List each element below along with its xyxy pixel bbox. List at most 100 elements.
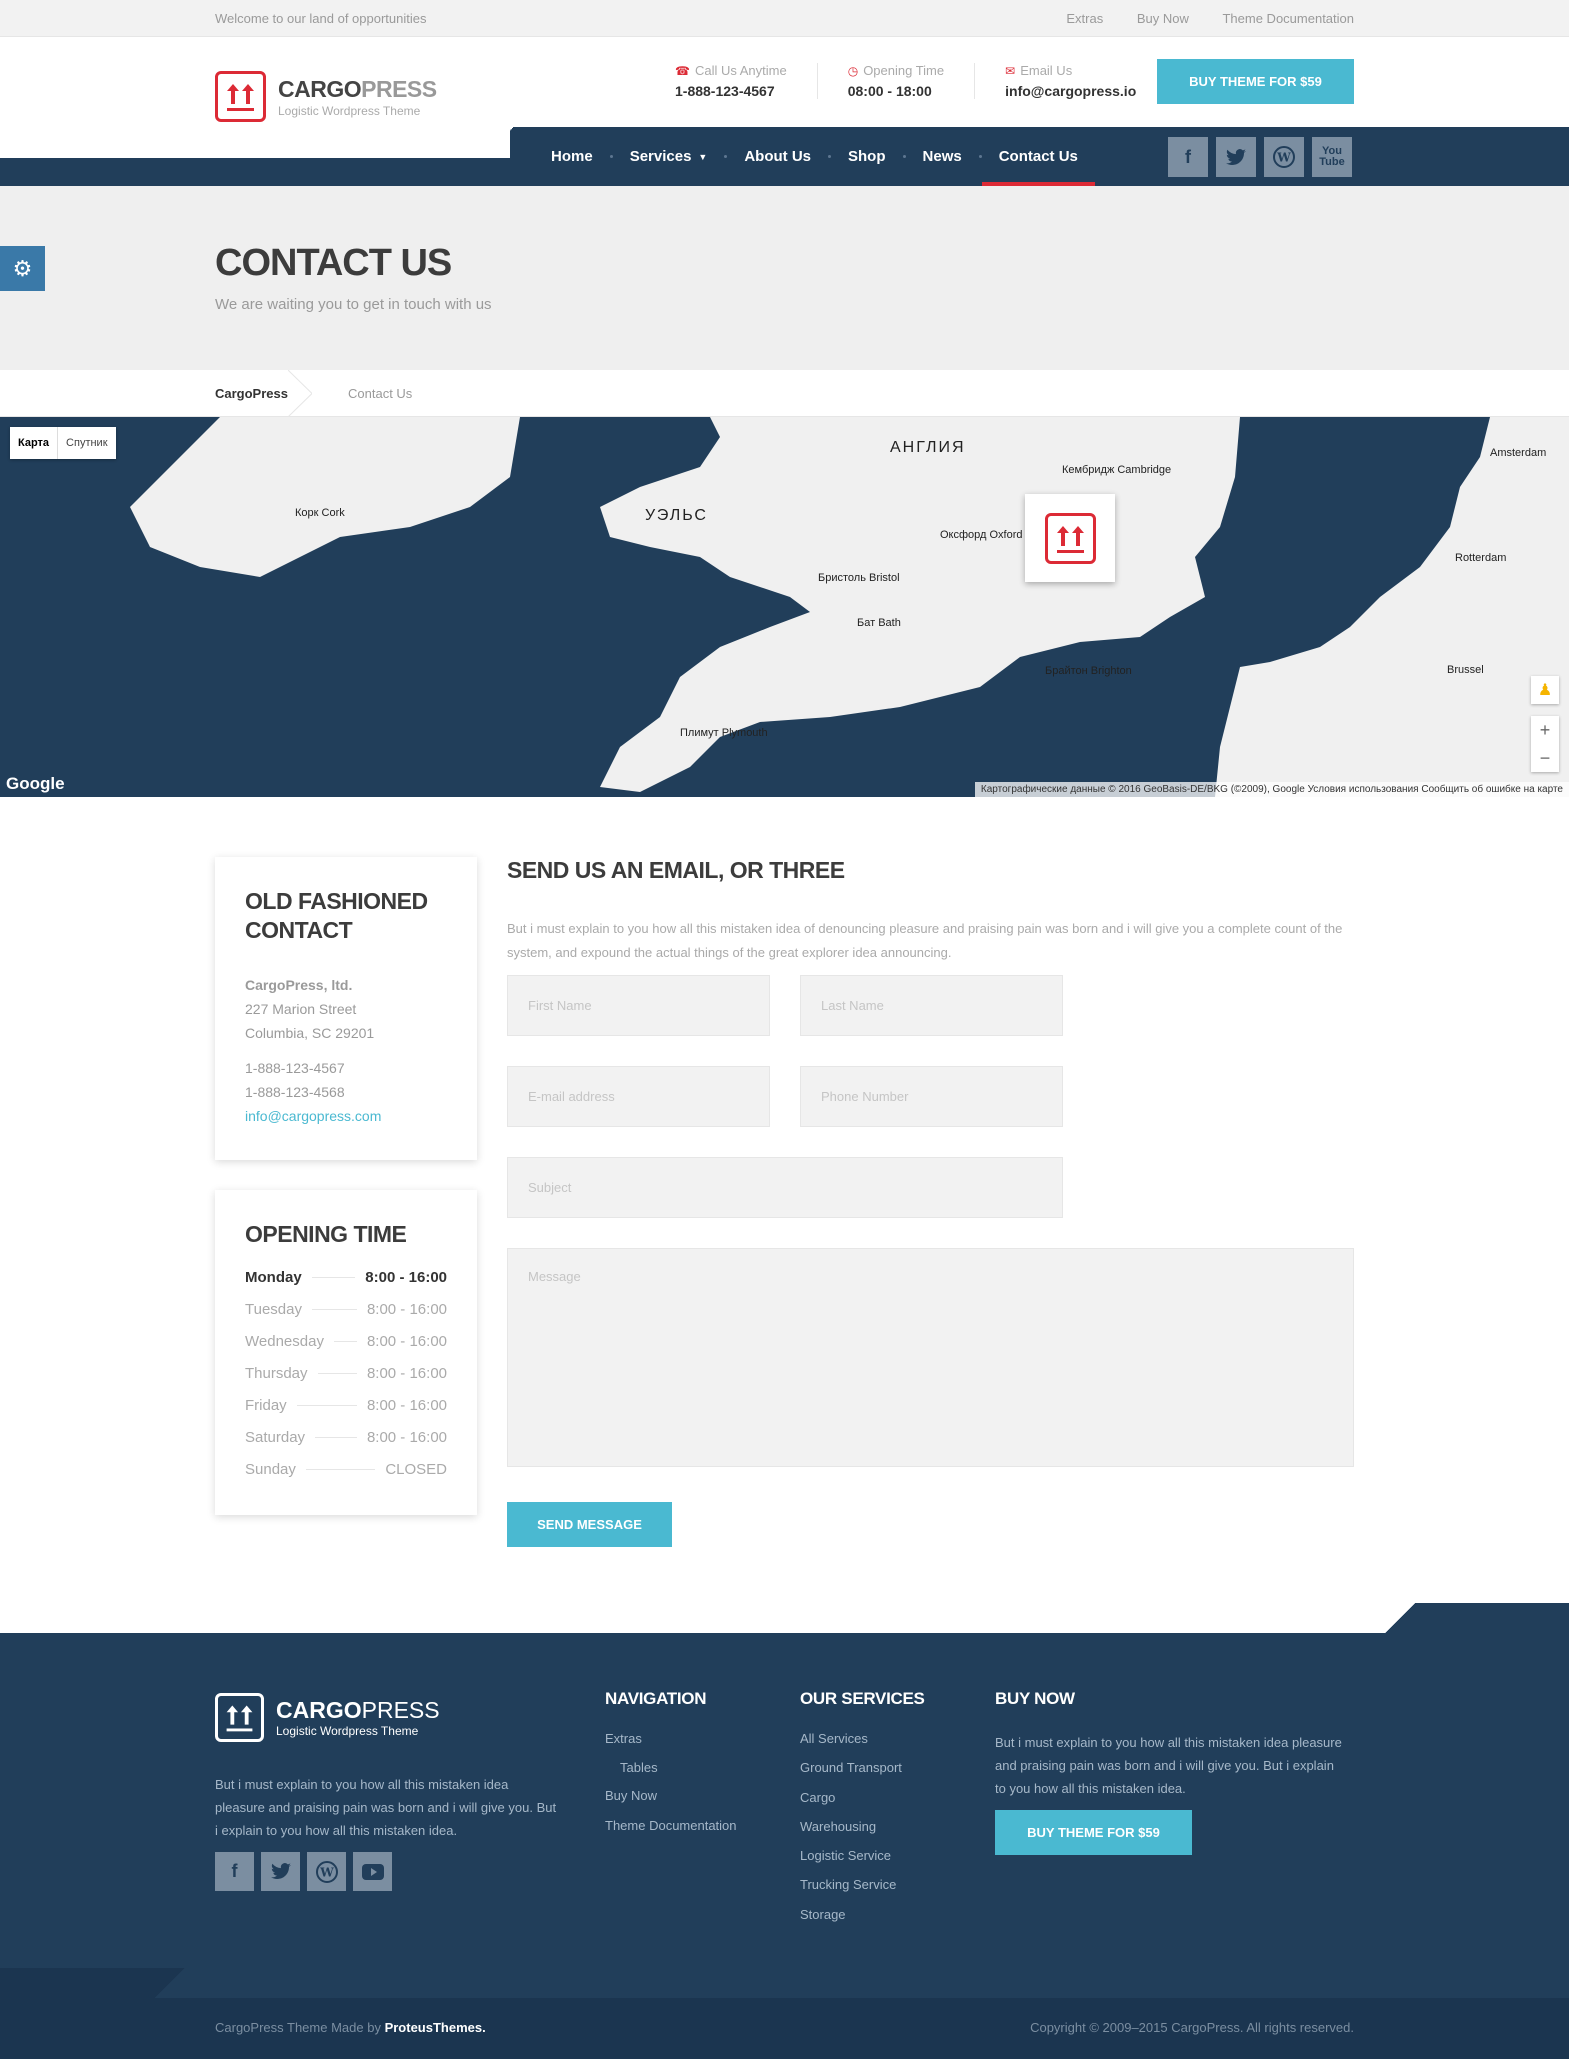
footer-socials: f W [215,1852,399,1891]
email-input[interactable]: E-mail address [507,1066,770,1127]
google-map[interactable]: Карта Спутник АНГЛИЯ УЭЛЬС Кембридж Camb… [0,417,1569,797]
footer-service-link[interactable]: Storage [800,1907,902,1936]
hours-row: Sunday CLOSED [245,1460,447,1478]
top-link-buy-now[interactable]: Buy Now [1137,11,1189,26]
buy-theme-button[interactable]: BUY THEME FOR $59 [1157,59,1354,104]
phone-value: 1-888-123-4567 [675,83,775,99]
hours-row: Wednesday 8:00 - 16:00 [245,1332,447,1350]
facebook-icon[interactable]: f [215,1852,254,1891]
map-label: Amsterdam [1490,447,1547,459]
phone-input[interactable]: Phone Number [800,1066,1063,1127]
street: 227 Marion Street [245,1001,357,1017]
email-us-block: ✉ Email Us info@cargopress.io [974,63,1166,99]
street-view-pegman-icon[interactable]: ♟ [1531,676,1559,704]
top-link-documentation[interactable]: Theme Documentation [1222,11,1354,26]
top-bar: Welcome to our land of opportunities Ext… [0,0,1569,37]
footer-nav-buy-now[interactable]: Buy Now [605,1788,737,1817]
footer-nav-documentation[interactable]: Theme Documentation [605,1818,737,1847]
subject-input[interactable]: Subject [507,1157,1063,1218]
footer-service-link[interactable]: Warehousing [800,1819,902,1848]
wordpress-icon[interactable]: W [1264,137,1304,177]
logo-icon [215,71,266,122]
opening-time-title: OPENING TIME [245,1221,407,1247]
map-marker[interactable] [1025,494,1115,582]
settings-gear-icon[interactable]: ⚙ [0,246,45,291]
nav-services[interactable]: Services ▼ [613,127,725,186]
footer-service-link[interactable]: All Services [800,1731,902,1760]
zoom-in-button[interactable]: + [1531,716,1559,744]
map-label: Оксфорд Oxford [940,529,1023,541]
company-name: CargoPress, ltd. [245,977,353,993]
footer-nav-extras[interactable]: Extras [605,1731,737,1760]
clock-icon: ◷ [847,64,859,78]
email-value[interactable]: info@cargopress.io [1005,83,1136,99]
youtube-icon[interactable] [353,1852,392,1891]
nav-news[interactable]: News [906,127,979,186]
map-type-satellite[interactable]: Спутник [58,427,115,459]
facebook-icon[interactable]: f [1168,137,1208,177]
last-name-input[interactable]: Last Name [800,975,1063,1036]
opening-time-card: OPENING TIME Monday 8:00 - 16:00 Tuesday 8… [215,1190,477,1515]
message-textarea[interactable]: Message [507,1248,1354,1467]
hours-row: Friday 8:00 - 16:00 [245,1396,447,1414]
proteusthemes-link[interactable]: ProteusThemes. [385,2020,486,2035]
form-description: But i must explain to you how all this m… [507,921,1343,960]
nav-about-us[interactable]: About Us [727,127,828,186]
nav-shop[interactable]: Shop [831,127,903,186]
contact-email-link[interactable]: info@cargopress.com [245,1104,447,1128]
google-logo: Google [6,774,65,793]
twitter-icon[interactable] [1216,137,1256,177]
zoom-control: + − [1531,716,1559,772]
welcome-text: Welcome to our land of opportunities [215,10,427,26]
footer-service-link[interactable]: Logistic Service [800,1848,902,1877]
footer-services-list: All Services Ground Transport Cargo Ware… [800,1731,902,1936]
page-header: CONTACT US We are waiting you to get in … [0,186,1569,370]
page-subtitle: We are waiting you to get in touch with … [215,296,492,313]
footer-buy-theme-button[interactable]: BUY THEME FOR $59 [995,1810,1192,1855]
logo-brand: CARGOPRESS [278,75,437,102]
hours-row: Saturday 8:00 - 16:00 [245,1428,447,1446]
map-label: Rotterdam [1455,552,1507,564]
map-type-map[interactable]: Карта [10,427,59,459]
logo[interactable]: CARGOPRESS Logistic Wordpress Theme [215,71,437,122]
map-attribution[interactable]: Картографические данные © 2016 GeoBasis-… [974,782,1569,797]
footer-service-link[interactable]: Trucking Service [800,1877,902,1906]
footer-logo[interactable]: CARGOPRESS Logistic Wordpress Theme [215,1693,440,1742]
main-navigation: Home Services ▼ About Us Shop News Contac… [0,127,1569,186]
footer-nav-tables[interactable]: Tables [605,1760,737,1788]
header-contact-info: ☎ Call Us Anytime 1-888-123-4567 ◷ Opening… [675,63,1166,99]
map-label: Плимут Plymouth [680,727,768,739]
map-label: Корк Cork [295,507,345,519]
map-label: Бат Bath [857,617,901,629]
youtube-icon[interactable]: You Tube [1312,137,1352,177]
top-links: Extras Buy Now Theme Documentation [1036,11,1354,26]
breadcrumb-separator-icon [288,370,312,417]
hours-row: Monday 8:00 - 16:00 [245,1268,447,1286]
map-label: УЭЛЬС [645,507,708,524]
footer-service-link[interactable]: Cargo [800,1790,902,1819]
nav-contact-us[interactable]: Contact Us [981,127,1096,186]
logo-tagline: Logistic Wordpress Theme [278,103,421,118]
footer-service-link[interactable]: Ground Transport [800,1760,902,1789]
breadcrumb-home[interactable]: CargoPress [215,386,288,401]
svg-text:W: W [319,1865,334,1879]
send-message-button[interactable]: SEND MESSAGE [507,1502,672,1547]
opening-time-block: ◷ Opening Time 08:00 - 18:00 [816,63,974,99]
wordpress-icon[interactable]: W [307,1852,346,1891]
copyright-text: Copyright © 2009–2015 CargoPress. All ri… [1030,2020,1354,2035]
nav-home[interactable]: Home [534,127,610,186]
map-type-control: Карта Спутник [10,427,116,459]
opening-value: 08:00 - 18:00 [847,83,932,99]
made-by-text: CargoPress Theme Made by ProteusThemes. [215,2020,486,2035]
twitter-icon[interactable] [261,1852,300,1891]
logo-icon [1044,512,1096,564]
footer-tagline: Logistic Wordpress Theme [276,1724,419,1738]
hours-row: Thursday 8:00 - 16:00 [245,1364,447,1382]
footer-buy-text: But i must explain to you how all this m… [995,1735,1342,1796]
first-name-input[interactable]: First Name [507,975,770,1036]
zoom-out-button[interactable]: − [1531,744,1559,772]
headset-icon: ☎ [675,64,690,78]
map-label: Бристоль Bristol [818,572,900,584]
footer-brand: CARGOPRESS [276,1697,440,1723]
top-link-extras[interactable]: Extras [1066,11,1103,26]
